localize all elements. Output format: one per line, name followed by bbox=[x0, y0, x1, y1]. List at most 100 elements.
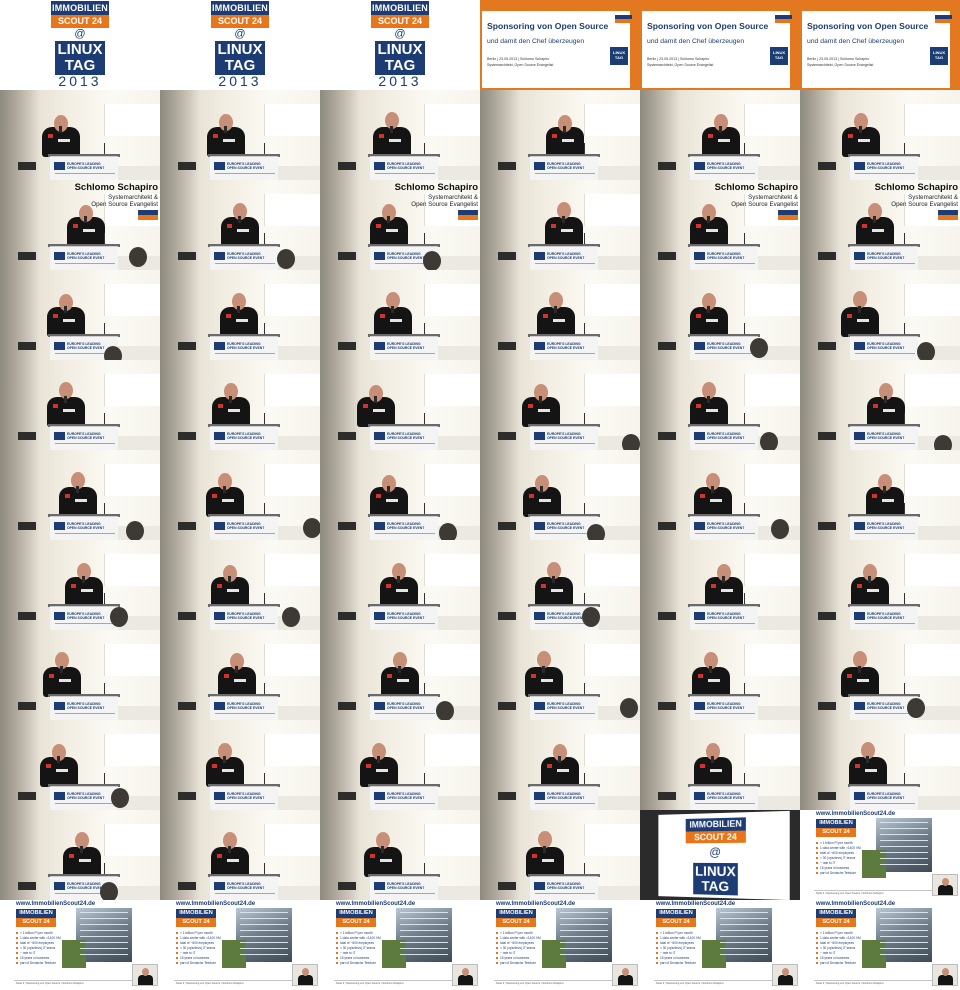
podium-slogan-line: OPEN SOURCE EVENT bbox=[547, 706, 584, 710]
building-window-band bbox=[560, 942, 608, 943]
linuxtag-podium-logo bbox=[54, 612, 65, 620]
speaker-video-frame: EUROPE'S LEADING OPEN SOURCE EVENT bbox=[160, 450, 320, 540]
company-fact-item: 1 data center with >1400 VM bbox=[496, 936, 541, 940]
audience-member-head bbox=[111, 788, 129, 808]
title-card-thumbnail: IMMOBILIEN SCOUT 24 @ LINUX TAG 2013 bbox=[160, 0, 320, 90]
building-window-band bbox=[80, 948, 128, 949]
audience-member-head bbox=[760, 432, 778, 450]
podium-divider bbox=[855, 173, 915, 174]
speaker-video-frame: EUROPE'S LEADING OPEN SOURCE EVENT bbox=[800, 360, 960, 450]
projection-screen bbox=[904, 644, 960, 676]
side-desk bbox=[598, 616, 640, 630]
podium-divider bbox=[695, 443, 755, 444]
building-window-band bbox=[880, 822, 928, 823]
podium-slogan: EUROPE'S LEADING OPEN SOURCE EVENT bbox=[387, 522, 424, 530]
microphone bbox=[554, 306, 557, 313]
podium-slogan: EUROPE'S LEADING OPEN SOURCE EVENT bbox=[867, 432, 904, 440]
microphone bbox=[397, 576, 400, 583]
slide-subtitle: und damit den Chef überzeugen bbox=[487, 38, 584, 45]
projection-screen bbox=[904, 464, 960, 496]
podium-slogan-line: OPEN SOURCE EVENT bbox=[387, 436, 424, 440]
building-window-band bbox=[720, 930, 768, 931]
linuxtag-podium-logo bbox=[54, 342, 65, 350]
speaker-video-frame: EUROPE'S LEADING OPEN SOURCE EVENT bbox=[800, 630, 960, 720]
projection-screen bbox=[744, 554, 800, 586]
shirt-print bbox=[222, 769, 234, 772]
podium-divider bbox=[855, 713, 915, 714]
stage-monitor bbox=[658, 612, 676, 620]
speaker-video-frame: EUROPE'S LEADING OPEN SOURCE EVENT bbox=[0, 540, 160, 630]
speaker-shirt bbox=[618, 975, 633, 985]
speaker-video-frame: EUROPE'S LEADING OPEN SOURCE EVENT bbox=[480, 90, 640, 180]
name-badge bbox=[698, 674, 703, 678]
speaker-video-frame: EUROPE'S LEADING OPEN SOURCE EVENT bbox=[480, 720, 640, 810]
stage-monitor bbox=[498, 882, 516, 890]
shirt-print bbox=[541, 679, 553, 682]
stage-monitor bbox=[18, 702, 36, 710]
building-window-band bbox=[240, 924, 288, 925]
stage-monitor bbox=[338, 522, 356, 530]
podium-slogan-line: OPEN SOURCE EVENT bbox=[227, 616, 264, 620]
speaker-role: Open Source Evangelist bbox=[891, 201, 958, 208]
building-window-band bbox=[80, 954, 128, 955]
linuxtag-podium-logo bbox=[54, 162, 65, 170]
podium-divider bbox=[55, 803, 115, 804]
podium: EUROPE'S LEADING OPEN SOURCE EVENT bbox=[530, 246, 598, 270]
projection-screen bbox=[264, 464, 320, 496]
podium-slogan-line: OPEN SOURCE EVENT bbox=[67, 886, 104, 890]
name-badge bbox=[49, 674, 54, 678]
company-fact-item: 15 years in business bbox=[16, 956, 49, 960]
side-desk bbox=[758, 796, 800, 810]
podium-divider bbox=[215, 173, 275, 174]
shirt-print bbox=[227, 589, 239, 592]
name-badge bbox=[363, 404, 368, 408]
projection-screen bbox=[584, 554, 640, 586]
speaker-head bbox=[142, 968, 149, 976]
company-url: www.ImmobilienScout24.de bbox=[336, 901, 415, 907]
podium-slogan: EUROPE'S LEADING OPEN SOURCE EVENT bbox=[547, 702, 584, 710]
stage-monitor bbox=[18, 162, 36, 170]
speaker-name: Schlomo Schapiro bbox=[875, 182, 958, 193]
side-desk bbox=[438, 616, 480, 630]
speaker-video-frame: EUROPE'S LEADING OPEN SOURCE EVENT bbox=[640, 540, 800, 630]
podium-slogan: EUROPE'S LEADING OPEN SOURCE EVENT bbox=[227, 882, 264, 890]
company-slide-thumbnail: www.ImmobilienScout24.de IMMOBILIEN SCOU… bbox=[800, 810, 960, 900]
side-desk bbox=[278, 436, 320, 450]
speaker-name: Schlomo Schapiro bbox=[715, 182, 798, 193]
linuxtag-podium-logo bbox=[54, 522, 65, 530]
podium-slogan: EUROPE'S LEADING OPEN SOURCE EVENT bbox=[387, 612, 424, 620]
shirt-print bbox=[223, 139, 235, 142]
audience-member-head bbox=[100, 882, 118, 900]
building-window-band bbox=[880, 864, 928, 865]
linuxtag-podium-logo bbox=[854, 792, 865, 800]
audience-member-head bbox=[582, 607, 600, 627]
podium-divider bbox=[215, 713, 275, 714]
scout24-logo-text: SCOUT 24 bbox=[371, 15, 429, 28]
side-desk bbox=[598, 256, 640, 270]
speaker-video-frame: EUROPE'S LEADING OPEN SOURCE EVENT bbox=[320, 270, 480, 360]
projection-screen bbox=[424, 554, 480, 586]
name-badge bbox=[212, 764, 217, 768]
name-badge bbox=[847, 314, 852, 318]
projection-screen bbox=[584, 194, 640, 226]
building-window-band bbox=[240, 954, 288, 955]
slide-footer: Seite 3 | Sponsoring von Open Source | S… bbox=[16, 982, 83, 985]
stage-monitor bbox=[338, 252, 356, 260]
company-fact-item: ~ rate to IT bbox=[816, 951, 836, 955]
company-fact-item: 1 data center with >1400 VM bbox=[336, 936, 381, 940]
projection-screen bbox=[584, 374, 640, 406]
podium-slogan-line: OPEN SOURCE EVENT bbox=[707, 436, 744, 440]
slide-meta-line: Systemarchitekt, Open Source Evangelist bbox=[647, 63, 713, 67]
podium-slogan: EUROPE'S LEADING OPEN SOURCE EVENT bbox=[547, 792, 584, 800]
podium-divider bbox=[855, 353, 915, 354]
linuxtag-podium-logo bbox=[694, 522, 705, 530]
microphone bbox=[868, 576, 871, 583]
podium-slogan-line: OPEN SOURCE EVENT bbox=[67, 706, 104, 710]
podium: EUROPE'S LEADING OPEN SOURCE EVENT bbox=[690, 786, 758, 810]
slide-panel: Sponsoring von Open Source und damit den… bbox=[482, 11, 630, 88]
speaker-video-frame: EUROPE'S LEADING OPEN SOURCE EVENT bbox=[480, 270, 640, 360]
microphone bbox=[858, 306, 861, 313]
rotating-slide: IMMOBILIEN SCOUT 24 @ LINUX TAG bbox=[658, 811, 789, 900]
podium-divider bbox=[55, 533, 115, 534]
building-window-band bbox=[400, 954, 448, 955]
